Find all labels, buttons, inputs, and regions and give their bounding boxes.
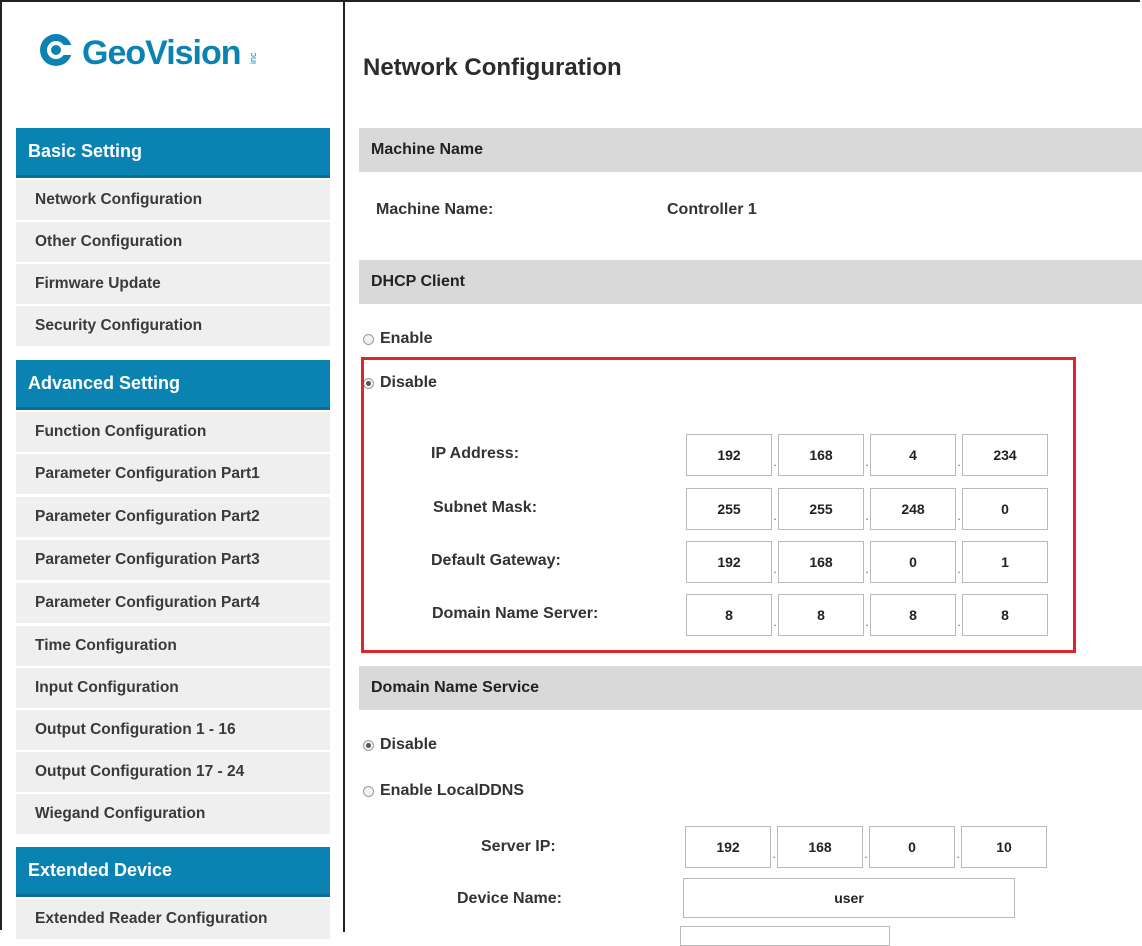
section-domain-name-service: Domain Name Service <box>359 666 1142 710</box>
sidebar-item-other-configuration[interactable]: Other Configuration <box>16 222 330 264</box>
dhcp-enable-option[interactable]: Enable <box>363 330 432 348</box>
dhcp-enable-radio[interactable] <box>363 333 374 345</box>
sidebar-item-time-configuration[interactable]: Time Configuration <box>16 626 330 668</box>
sidebar-item-network-configuration[interactable]: Network Configuration <box>16 180 330 222</box>
section-machine-name: Machine Name <box>359 128 1142 172</box>
section-extended-device: Extended Device <box>16 847 330 897</box>
device-name-input[interactable] <box>683 878 1015 918</box>
sidebar-item-output-configuration-1-16[interactable]: Output Configuration 1 - 16 <box>16 710 330 752</box>
section-dhcp-client: DHCP Client <box>359 260 1142 304</box>
dns-octet-1[interactable] <box>686 594 772 636</box>
dns-octet-3[interactable] <box>870 594 956 636</box>
server-ip-octet-1[interactable] <box>685 826 771 868</box>
ip-octet-3[interactable] <box>870 434 956 476</box>
gateway-octet-1[interactable] <box>686 541 772 583</box>
ip-address-input: . . . <box>686 434 1048 476</box>
device-name-label: Device Name: <box>457 890 562 907</box>
default-gateway-label: Default Gateway: <box>431 552 561 569</box>
dhcp-disable-label: Disable <box>380 374 437 391</box>
next-field-input[interactable] <box>680 926 890 946</box>
svg-text:GeoVision: GeoVision <box>82 34 241 72</box>
geovision-logo: GeoVision inc <box>34 24 274 80</box>
dns-disable-radio[interactable] <box>363 739 374 751</box>
mask-octet-2[interactable] <box>778 488 864 530</box>
svg-text:inc: inc <box>248 52 258 64</box>
dhcp-disable-radio[interactable] <box>363 377 374 389</box>
dns-enable-localddns-radio[interactable] <box>363 785 374 797</box>
subnet-mask-input: . . . <box>686 488 1048 530</box>
dns-octet-2[interactable] <box>778 594 864 636</box>
mask-octet-4[interactable] <box>962 488 1048 530</box>
sidebar-item-input-configuration[interactable]: Input Configuration <box>16 668 330 710</box>
sidebar-item-parameter-configuration-part1[interactable]: Parameter Configuration Part1 <box>16 454 330 496</box>
sidebar-item-firmware-update[interactable]: Firmware Update <box>16 264 330 306</box>
dns-enable-localddns-option[interactable]: Enable LocalDDNS <box>363 782 524 800</box>
server-ip-octet-4[interactable] <box>961 826 1047 868</box>
ip-address-label: IP Address: <box>431 445 520 462</box>
dns-octet-4[interactable] <box>962 594 1048 636</box>
sidebar: GeoVision inc Basic Setting Network Conf… <box>2 2 345 941</box>
default-gateway-input: . . . <box>686 541 1048 583</box>
dhcp-disable-option[interactable]: Disable <box>363 374 437 392</box>
sidebar-item-wiegand-configuration[interactable]: Wiegand Configuration <box>16 794 330 836</box>
machine-name-value: Controller 1 <box>667 201 757 218</box>
domain-name-server-input: . . . <box>686 594 1048 636</box>
server-ip-octet-2[interactable] <box>777 826 863 868</box>
section-advanced-setting: Advanced Setting <box>16 360 330 410</box>
dns-enable-localddns-label: Enable LocalDDNS <box>380 782 525 799</box>
server-ip-label: Server IP: <box>481 838 556 855</box>
sidebar-item-parameter-configuration-part4[interactable]: Parameter Configuration Part4 <box>16 583 330 625</box>
page-title: Network Configuration <box>363 54 622 81</box>
dhcp-enable-label: Enable <box>380 330 433 347</box>
server-ip-octet-3[interactable] <box>869 826 955 868</box>
sidebar-item-extended-reader-configuration[interactable]: Extended Reader Configuration <box>16 899 330 941</box>
ip-octet-4[interactable] <box>962 434 1048 476</box>
machine-name-label: Machine Name: <box>376 201 494 218</box>
subnet-mask-label: Subnet Mask: <box>433 499 538 516</box>
server-ip-input: . . . <box>685 826 1047 868</box>
sidebar-item-parameter-configuration-part3[interactable]: Parameter Configuration Part3 <box>16 540 330 582</box>
mask-octet-3[interactable] <box>870 488 956 530</box>
dns-disable-option[interactable]: Disable <box>363 736 437 754</box>
gateway-octet-4[interactable] <box>962 541 1048 583</box>
gateway-octet-2[interactable] <box>778 541 864 583</box>
sidebar-item-security-configuration[interactable]: Security Configuration <box>16 306 330 348</box>
mask-octet-1[interactable] <box>686 488 772 530</box>
ip-octet-2[interactable] <box>778 434 864 476</box>
domain-name-server-label: Domain Name Server: <box>432 605 599 622</box>
sidebar-item-parameter-configuration-part2[interactable]: Parameter Configuration Part2 <box>16 497 330 539</box>
sidebar-item-output-configuration-17-24[interactable]: Output Configuration 17 - 24 <box>16 752 330 794</box>
gateway-octet-3[interactable] <box>870 541 956 583</box>
dns-disable-label: Disable <box>380 736 437 753</box>
section-basic-setting: Basic Setting <box>16 128 330 178</box>
sidebar-item-function-configuration[interactable]: Function Configuration <box>16 412 330 454</box>
main-content: Network Configuration Machine Name Machi… <box>345 2 1142 946</box>
ip-octet-1[interactable] <box>686 434 772 476</box>
